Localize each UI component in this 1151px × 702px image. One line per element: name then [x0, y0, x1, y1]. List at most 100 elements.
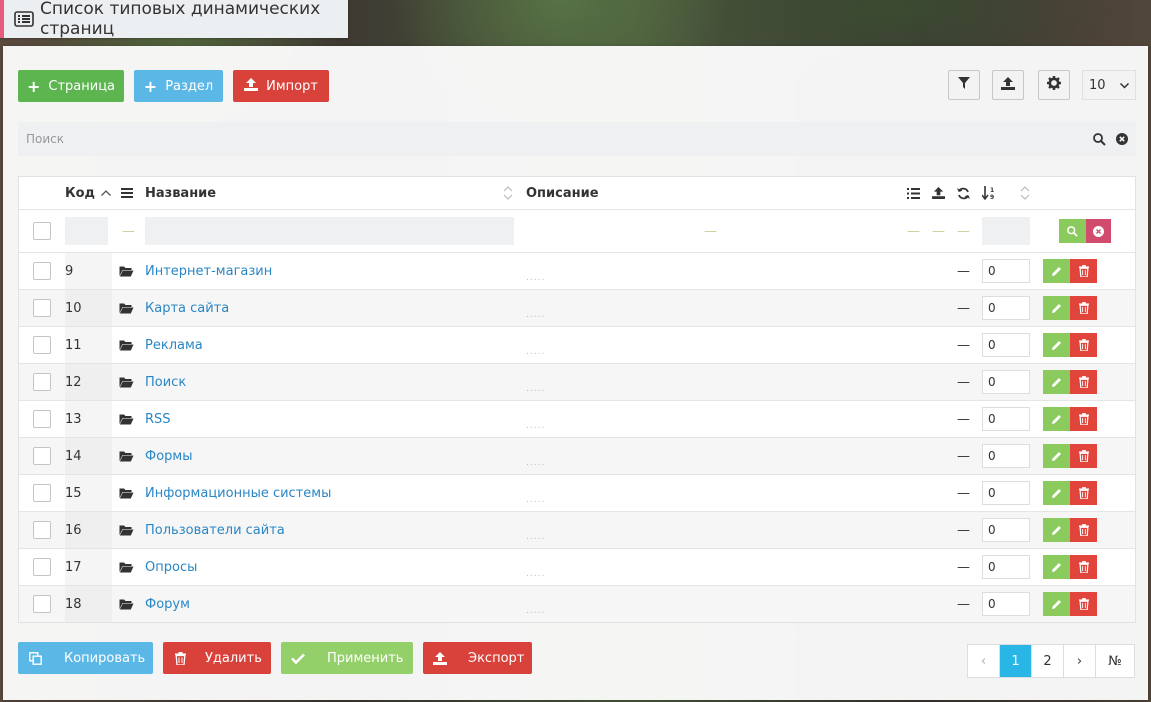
chevron-down-icon	[1119, 78, 1130, 93]
row-sort-input[interactable]: 0	[982, 296, 1030, 320]
row-name-link[interactable]: Пользователи сайта	[145, 523, 285, 538]
edit-button[interactable]	[1043, 518, 1070, 542]
row-dash: —	[957, 596, 970, 612]
table-row: 13 RSS..... — 0	[19, 400, 1135, 437]
edit-button[interactable]	[1043, 370, 1070, 394]
goto-page-button[interactable]: №	[1096, 645, 1134, 677]
clear-filter-button[interactable]	[1086, 219, 1111, 243]
pencil-icon	[1051, 266, 1062, 277]
edit-button[interactable]	[1043, 481, 1070, 505]
row-checkbox[interactable]	[33, 447, 51, 465]
refresh-icon[interactable]	[957, 177, 970, 209]
add-section-label: Раздел	[165, 78, 214, 94]
row-name-link[interactable]: Информационные системы	[145, 486, 331, 501]
row-sort-input[interactable]: 0	[982, 370, 1030, 394]
edit-button[interactable]	[1043, 259, 1070, 283]
upload-icon[interactable]	[932, 177, 945, 209]
column-header-code[interactable]: Код	[65, 177, 112, 209]
edit-button[interactable]	[1043, 333, 1070, 357]
row-checkbox[interactable]	[33, 521, 51, 539]
export-button[interactable]: Экспорт	[423, 642, 532, 674]
list-icon[interactable]	[907, 177, 920, 209]
pencil-icon	[1051, 340, 1062, 351]
column-header-name[interactable]: Название	[145, 177, 216, 209]
apply-filter-button[interactable]	[1059, 219, 1086, 243]
row-description: .....	[526, 273, 546, 283]
prev-page-button[interactable]: ‹	[968, 645, 1000, 677]
name-filter-input[interactable]	[145, 217, 514, 245]
row-checkbox[interactable]	[33, 299, 51, 317]
delete-row-button[interactable]	[1070, 555, 1097, 579]
folder-icon	[119, 290, 134, 326]
per-page-select[interactable]: 10	[1082, 70, 1136, 100]
clear-search-icon[interactable]	[1116, 133, 1128, 145]
row-name-link[interactable]: Интернет-магазин	[145, 264, 272, 279]
copy-button[interactable]: Копировать	[18, 642, 153, 674]
delete-row-button[interactable]	[1070, 259, 1097, 283]
page-1-button[interactable]: 1	[1000, 645, 1032, 677]
row-checkbox[interactable]	[33, 484, 51, 502]
row-name-link[interactable]: Поиск	[145, 375, 186, 390]
sort-filter-input[interactable]	[982, 217, 1030, 245]
next-page-button[interactable]: ›	[1064, 645, 1096, 677]
row-sort-input[interactable]: 0	[982, 518, 1030, 542]
row-dash: —	[957, 559, 970, 575]
sort-icon[interactable]	[503, 177, 513, 209]
filter-button[interactable]	[948, 70, 980, 100]
page-2-button[interactable]: 2	[1032, 645, 1064, 677]
delete-label: Удалить	[205, 650, 262, 666]
delete-button[interactable]: Удалить	[163, 642, 271, 674]
row-name-link[interactable]: Формы	[145, 449, 192, 464]
row-sort-input[interactable]: 0	[982, 592, 1030, 616]
search-input[interactable]	[18, 122, 1093, 156]
delete-row-button[interactable]	[1070, 296, 1097, 320]
row-checkbox[interactable]	[33, 410, 51, 428]
row-sort-input[interactable]: 0	[982, 333, 1030, 357]
edit-button[interactable]	[1043, 592, 1070, 616]
delete-row-button[interactable]	[1070, 518, 1097, 542]
sort-numeric-icon[interactable]: 19	[982, 177, 995, 209]
row-sort-input[interactable]: 0	[982, 259, 1030, 283]
trash-icon	[1078, 265, 1089, 277]
row-name-link[interactable]: Реклама	[145, 338, 203, 353]
edit-button[interactable]	[1043, 296, 1070, 320]
import-button[interactable]: Импорт	[233, 70, 329, 102]
row-sort-input[interactable]: 0	[982, 407, 1030, 431]
search-icon[interactable]	[1093, 132, 1106, 146]
pencil-icon	[1051, 562, 1062, 573]
row-checkbox[interactable]	[33, 373, 51, 391]
edit-button[interactable]	[1043, 555, 1070, 579]
row-sort-input[interactable]: 0	[982, 444, 1030, 468]
delete-row-button[interactable]	[1070, 481, 1097, 505]
code-filter-input[interactable]	[65, 217, 108, 245]
delete-row-button[interactable]	[1070, 407, 1097, 431]
delete-row-button[interactable]	[1070, 370, 1097, 394]
apply-button[interactable]: Применить	[281, 642, 413, 674]
gear-icon	[1047, 76, 1061, 94]
delete-row-button[interactable]	[1070, 592, 1097, 616]
folder-icon	[119, 549, 134, 585]
row-sort-input[interactable]: 0	[982, 481, 1030, 505]
edit-button[interactable]	[1043, 407, 1070, 431]
column-header-description[interactable]: Описание	[526, 177, 599, 209]
sort-icon[interactable]	[1020, 177, 1030, 209]
row-checkbox[interactable]	[33, 558, 51, 576]
export-toolbar-button[interactable]	[992, 70, 1024, 100]
edit-button[interactable]	[1043, 444, 1070, 468]
select-all-checkbox[interactable]	[33, 222, 51, 240]
row-sort-input[interactable]: 0	[982, 555, 1030, 579]
add-page-button[interactable]: + Страница	[18, 70, 124, 102]
row-name-link[interactable]: RSS	[145, 412, 171, 427]
row-checkbox[interactable]	[33, 262, 51, 280]
row-name-link[interactable]: Форум	[145, 597, 190, 612]
row-checkbox[interactable]	[33, 336, 51, 354]
delete-row-button[interactable]	[1070, 333, 1097, 357]
row-name-link[interactable]: Опросы	[145, 560, 197, 575]
delete-row-button[interactable]	[1070, 444, 1097, 468]
menu-icon[interactable]	[121, 177, 133, 209]
settings-button[interactable]	[1038, 70, 1070, 100]
filter-dash: —	[907, 223, 920, 239]
row-name-link[interactable]: Карта сайта	[145, 301, 229, 316]
row-checkbox[interactable]	[33, 595, 51, 613]
add-section-button[interactable]: + Раздел	[134, 70, 223, 102]
